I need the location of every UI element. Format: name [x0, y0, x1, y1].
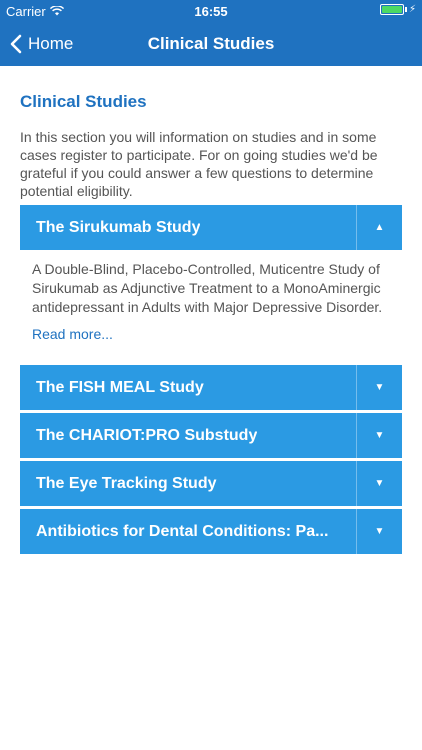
chevron-up-icon[interactable]: ▲ [356, 205, 402, 250]
chevron-down-icon[interactable]: ▼ [356, 509, 402, 554]
study-title: The FISH MEAL Study [36, 378, 204, 396]
study-header-sirukumab[interactable]: The Sirukumab Study ▲ [20, 205, 402, 250]
battery-icon: ⚡ [379, 4, 416, 15]
status-bar: Carrier 16:55 ⚡ [0, 0, 422, 22]
study-description-text: A Double-Blind, Placebo-Controlled, Muti… [32, 261, 383, 315]
study-header-eye-tracking[interactable]: The Eye Tracking Study ▼ [20, 461, 402, 506]
study-description: A Double-Blind, Placebo-Controlled, Muti… [20, 250, 402, 365]
study-title: Antibiotics for Dental Conditions: Pa... [36, 522, 329, 540]
chevron-down-icon[interactable]: ▼ [356, 413, 402, 458]
clock: 16:55 [194, 4, 228, 19]
study-header-chariot-pro[interactable]: The CHARIOT:PRO Substudy ▼ [20, 413, 402, 458]
study-header-fish-meal[interactable]: The FISH MEAL Study ▼ [20, 365, 402, 410]
study-title: The Eye Tracking Study [36, 474, 217, 492]
studies-accordion: The Sirukumab Study ▲ A Double-Blind, Pl… [20, 205, 402, 557]
study-title: The Sirukumab Study [36, 218, 201, 236]
page-title: Clinical Studies [147, 34, 275, 53]
charging-icon: ⚡ [408, 4, 416, 15]
intro-text: In this section you will information on … [20, 129, 378, 199]
study-header-antibiotics-dental[interactable]: Antibiotics for Dental Conditions: Pa...… [20, 509, 402, 554]
chevron-down-icon[interactable]: ▼ [356, 461, 402, 506]
study-title: The CHARIOT:PRO Substudy [36, 426, 258, 444]
navigation-bar: Home Clinical Studies [0, 22, 422, 66]
main-content: Clinical Studies In this section you wil… [20, 92, 402, 200]
read-more-link[interactable]: Read more... [32, 325, 113, 344]
section-title: Clinical Studies [20, 92, 147, 111]
header: Carrier 16:55 ⚡ Home Clinical Studies [0, 0, 422, 66]
chevron-down-icon[interactable]: ▼ [356, 365, 402, 410]
